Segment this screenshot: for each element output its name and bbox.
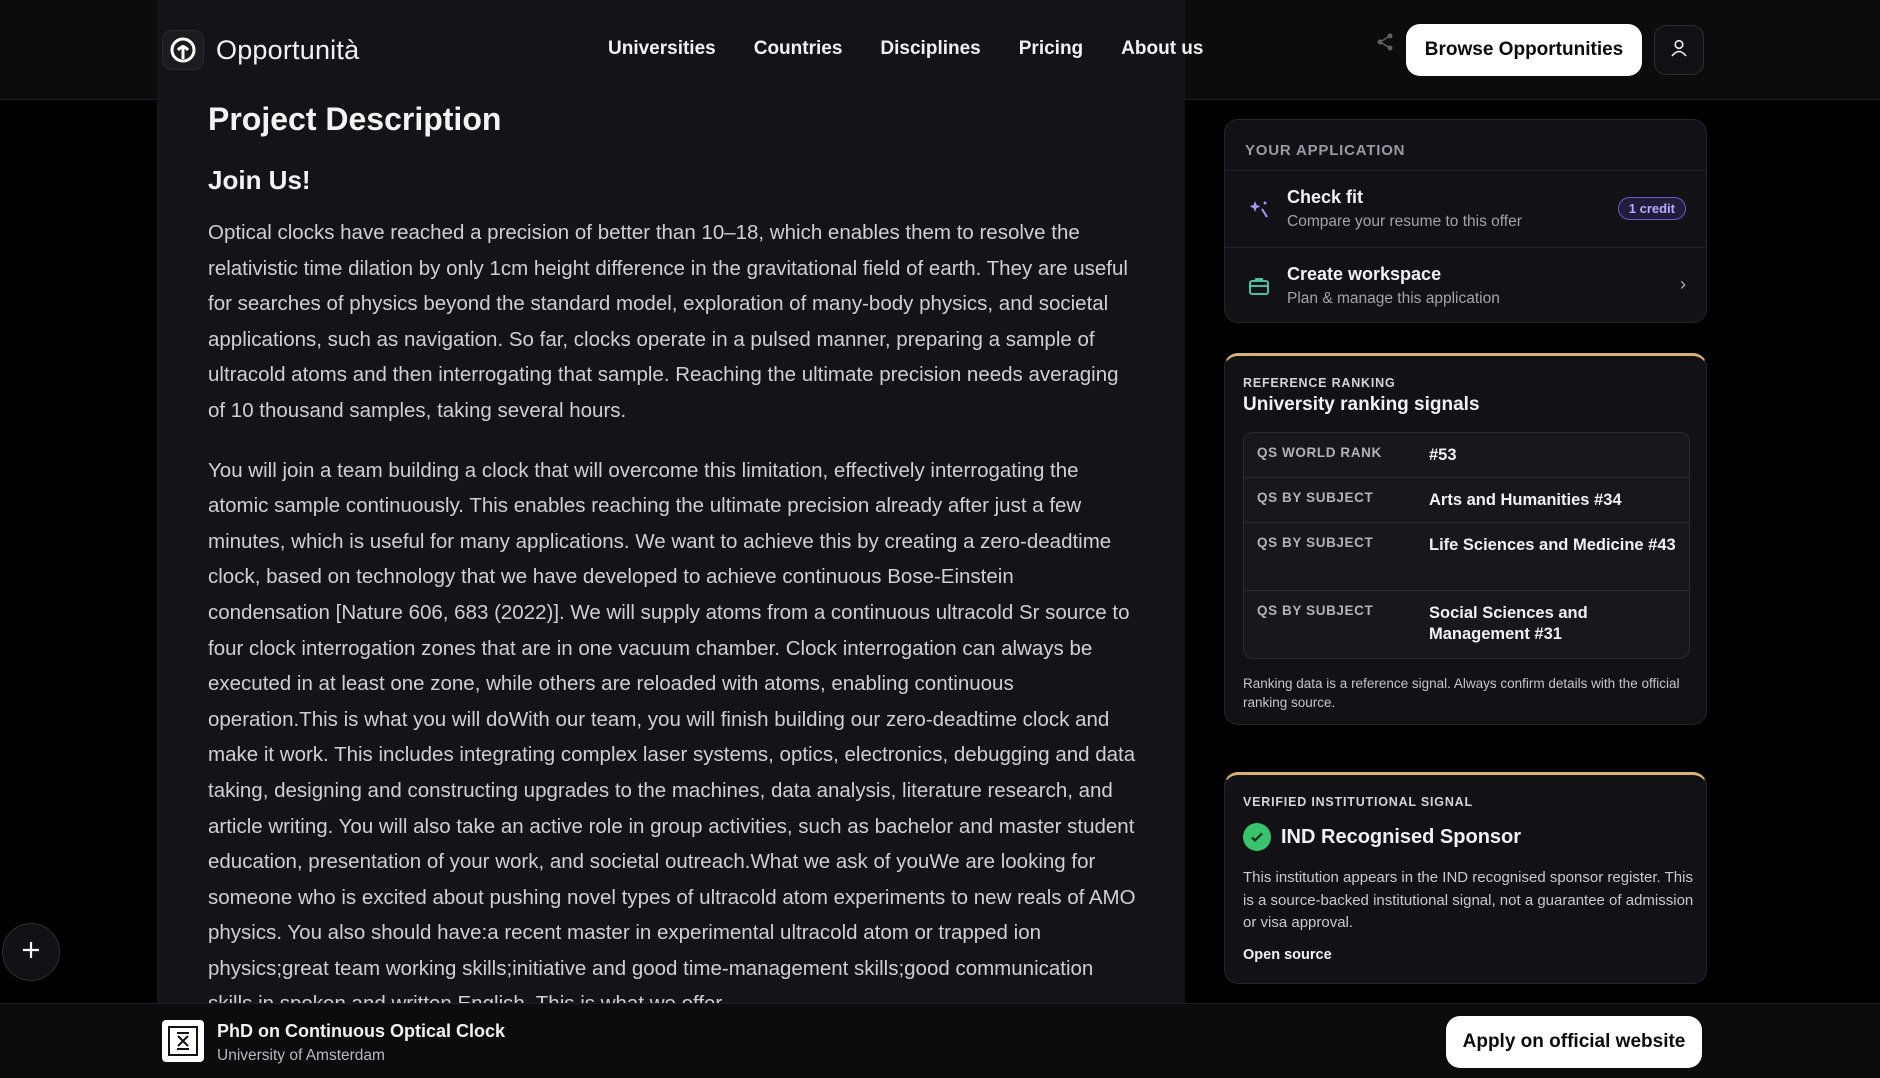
signal-description: This institution appears in the IND reco… bbox=[1243, 869, 1694, 931]
check-fit-subtitle: Compare your resume to this offer bbox=[1287, 213, 1522, 230]
brand-name: Opportunità bbox=[216, 34, 360, 65]
user-icon bbox=[1669, 38, 1689, 63]
ranking-note: Ranking data is a reference signal. Alwa… bbox=[1243, 676, 1680, 710]
position-title: PhD on Continuous Optical Clock bbox=[217, 1021, 505, 1041]
check-fit-row[interactable]: Check fit Compare your resume to this of… bbox=[1225, 170, 1706, 246]
nav-pricing[interactable]: Pricing bbox=[1019, 38, 1083, 60]
check-circle-icon bbox=[1243, 823, 1271, 851]
rank-key: QS BY SUBJECT bbox=[1257, 535, 1374, 550]
rank-key: QS BY SUBJECT bbox=[1257, 490, 1374, 505]
plus-icon bbox=[20, 939, 42, 966]
nav-universities[interactable]: Universities bbox=[608, 38, 716, 60]
table-row: QS WORLD RANK #53 bbox=[1244, 433, 1689, 477]
opportunita-logo-icon bbox=[162, 30, 204, 70]
signal-title: IND Recognised Sponsor bbox=[1281, 825, 1522, 848]
university-logo-icon bbox=[162, 1020, 204, 1062]
university-name: University of Amsterdam bbox=[217, 1047, 385, 1064]
rank-value: Social Sciences and Management #31 bbox=[1429, 604, 1588, 643]
your-application-card: YOUR APPLICATION Check fit Compare your … bbox=[1224, 119, 1707, 323]
add-button[interactable] bbox=[2, 923, 60, 981]
signal-label: VERIFIED INSTITUTIONAL SIGNAL bbox=[1243, 795, 1473, 809]
bottom-apply-bar: PhD on Continuous Optical Clock Universi… bbox=[0, 1003, 1880, 1078]
card-heading: YOUR APPLICATION bbox=[1245, 142, 1406, 159]
ranking-table: QS WORLD RANK #53 QS BY SUBJECT Arts and… bbox=[1243, 432, 1690, 659]
credit-badge: 1 credit bbox=[1617, 197, 1686, 220]
profile-button[interactable] bbox=[1654, 25, 1704, 75]
main-nav: Universities Countries Disciplines Prici… bbox=[608, 38, 1203, 60]
create-workspace-row[interactable]: Create workspace Plan & manage this appl… bbox=[1225, 247, 1706, 323]
create-workspace-subtitle: Plan & manage this application bbox=[1287, 290, 1500, 307]
open-source-link[interactable]: Open source bbox=[1243, 947, 1332, 963]
rank-key: QS BY SUBJECT bbox=[1257, 603, 1374, 618]
rank-value: Life Sciences and Medicine #43 bbox=[1429, 536, 1676, 554]
rank-value: Arts and Humanities #34 bbox=[1429, 491, 1622, 509]
nav-disciplines[interactable]: Disciplines bbox=[880, 38, 980, 60]
description-paragraph: You will join a team building a clock th… bbox=[208, 458, 1136, 1003]
ranking-label: REFERENCE RANKING bbox=[1243, 376, 1396, 390]
table-row: QS BY SUBJECT Life Sciences and Medicine… bbox=[1244, 522, 1689, 590]
brand[interactable]: Opportunità bbox=[162, 30, 359, 70]
sparkle-icon bbox=[1247, 197, 1271, 221]
reference-ranking-card: REFERENCE RANKING University ranking sig… bbox=[1224, 353, 1707, 725]
nav-countries[interactable]: Countries bbox=[754, 38, 843, 60]
chevron-right-icon: › bbox=[1680, 274, 1686, 294]
table-row: QS BY SUBJECT Social Sciences and Manage… bbox=[1244, 590, 1689, 658]
nav-about-us[interactable]: About us bbox=[1121, 38, 1203, 60]
verified-signal-card: VERIFIED INSTITUTIONAL SIGNAL IND Recogn… bbox=[1224, 772, 1707, 984]
briefcase-icon bbox=[1247, 274, 1271, 298]
check-fit-title: Check fit bbox=[1287, 187, 1364, 207]
project-description-section: Project Description Join Us! Optical clo… bbox=[157, 100, 1185, 1003]
apply-official-website-button[interactable]: Apply on official website bbox=[1446, 1016, 1702, 1068]
ranking-title: University ranking signals bbox=[1243, 394, 1480, 415]
section-subtitle: Join Us! bbox=[208, 165, 311, 195]
description-paragraph: Optical clocks have reached a precision … bbox=[208, 221, 1128, 422]
rank-key: QS WORLD RANK bbox=[1257, 445, 1382, 460]
top-header: Opportunità Universities Countries Disci… bbox=[0, 0, 1880, 100]
share-icon[interactable] bbox=[1375, 32, 1395, 52]
page-title: Project Description bbox=[208, 101, 502, 137]
browse-opportunities-button[interactable]: Browse Opportunities bbox=[1406, 24, 1642, 76]
table-row: QS BY SUBJECT Arts and Humanities #34 bbox=[1244, 477, 1689, 522]
rank-value: #53 bbox=[1429, 446, 1457, 464]
create-workspace-title: Create workspace bbox=[1287, 264, 1442, 284]
signal-heading: IND Recognised Sponsor bbox=[1243, 823, 1521, 851]
